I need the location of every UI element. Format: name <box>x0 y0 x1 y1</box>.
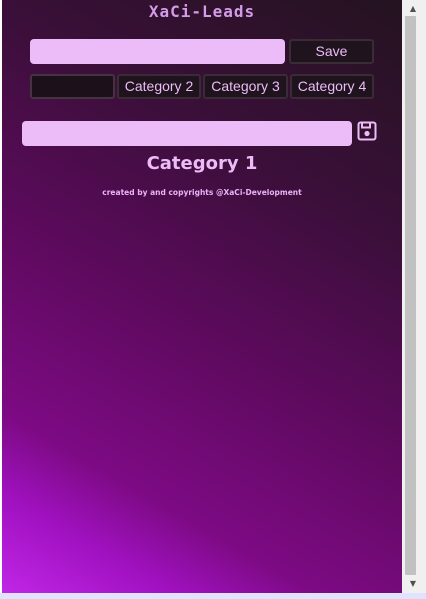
floppy-disk-icon[interactable] <box>357 121 377 141</box>
vertical-scrollbar[interactable]: ▲ ▼ <box>402 0 426 593</box>
lead-url-input[interactable] <box>30 39 285 64</box>
browser-window: XaCi-Leads Save Category 2 Category 3 Ca… <box>0 0 426 599</box>
current-category-title: Category 1 <box>146 153 258 174</box>
lead-entry-input[interactable] <box>22 121 352 146</box>
app-container: XaCi-Leads Save Category 2 Category 3 Ca… <box>2 0 402 593</box>
category-3-tab[interactable]: Category 3 <box>203 74 288 99</box>
scrollbar-thumb[interactable] <box>405 16 416 575</box>
bottom-edge-bar <box>0 593 426 599</box>
category-2-tab[interactable]: Category 2 <box>117 74 201 99</box>
scroll-up-arrow-icon[interactable]: ▲ <box>406 2 420 16</box>
scroll-down-arrow-icon[interactable]: ▼ <box>406 577 420 591</box>
category-4-tab[interactable]: Category 4 <box>290 74 374 99</box>
category-1-tab[interactable] <box>30 74 115 99</box>
credits-text: created by and copyrights @XaCi-Developm… <box>102 188 302 197</box>
save-button[interactable]: Save <box>289 39 374 64</box>
app-logo-title: XaCi-Leads <box>148 2 256 21</box>
